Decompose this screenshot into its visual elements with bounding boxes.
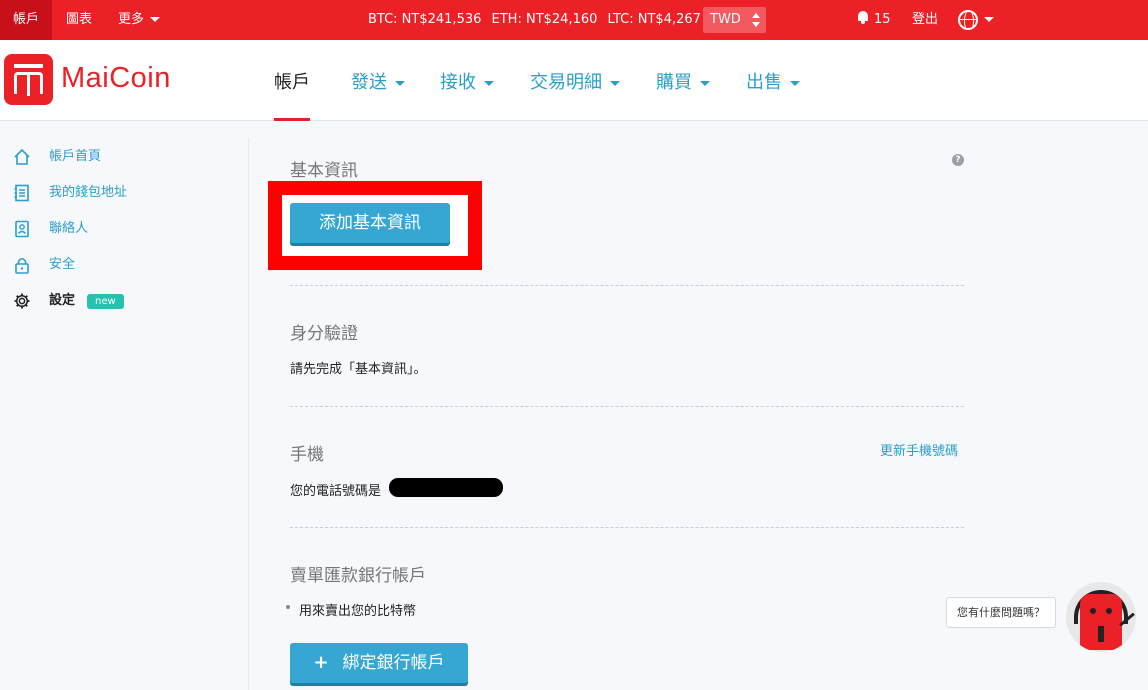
main-header: MaiCoin 帳戶 發送 接收 交易明細 購買 出售 <box>0 40 1148 121</box>
globe-icon <box>958 9 978 30</box>
maicoin-logo-icon[interactable] <box>4 54 53 105</box>
address-book-icon <box>14 184 29 202</box>
bank-account-title: 賣單匯款銀行帳戶 <box>290 566 426 586</box>
nav-sell[interactable]: 出售 <box>746 68 800 94</box>
currency-value: TWD <box>710 12 741 27</box>
chevron-down-icon <box>984 17 994 22</box>
sidebar-item-label: 設定 <box>49 293 76 308</box>
bind-bank-account-label: 綁定銀行帳戶 <box>342 653 445 673</box>
chevron-down-icon <box>610 80 620 86</box>
help-icon[interactable]: ? <box>952 154 964 166</box>
chevron-down-icon <box>484 80 494 86</box>
price-ticker: BTC: NT$241,536 ETH: NT$24,160 LTC: NT$4… <box>368 0 707 40</box>
select-arrows-icon <box>752 13 760 27</box>
language-menu[interactable] <box>958 0 994 40</box>
section-divider <box>290 527 964 528</box>
nav-send[interactable]: 發送 <box>351 68 405 94</box>
chat-prompt-bubble[interactable]: 您有什麼問題嗎？ <box>946 597 1056 628</box>
nav-receive[interactable]: 接收 <box>440 68 494 94</box>
section-divider <box>290 285 964 286</box>
logout-link[interactable]: 登出 <box>912 0 938 40</box>
eth-price: ETH: NT$24,160 <box>491 12 598 27</box>
currency-select[interactable]: TWD <box>703 7 766 33</box>
sidebar-item-label: 聯絡人 <box>49 221 89 236</box>
nav-account[interactable]: 帳戶 <box>274 68 310 94</box>
section-divider <box>290 406 964 407</box>
update-phone-link[interactable]: 更新手機號碼 <box>880 440 958 459</box>
home-icon <box>14 148 30 165</box>
redacted-phone-number <box>389 478 503 497</box>
bullet-icon <box>286 605 290 609</box>
bell-icon <box>857 11 869 24</box>
chevron-down-icon <box>395 80 405 86</box>
chevron-down-icon <box>700 80 710 86</box>
nav-sell-label: 出售 <box>746 72 782 93</box>
support-bot-avatar[interactable] <box>1066 582 1136 652</box>
notifications-button[interactable]: 15 <box>857 0 891 40</box>
sidebar-item-label: 帳戶首頁 <box>49 149 102 164</box>
logo-text[interactable]: MaiCoin <box>61 62 171 95</box>
lock-icon <box>15 257 29 274</box>
bank-account-note: 用來賣出您的比特幣 <box>299 604 417 619</box>
nav-buy[interactable]: 購買 <box>656 68 710 94</box>
phone-number-label: 您的電話號碼是 <box>290 484 382 499</box>
topbar-chart-link[interactable]: 圖表 <box>66 0 92 40</box>
phone-title: 手機 <box>290 445 324 465</box>
identity-title: 身分驗證 <box>290 324 358 344</box>
ltc-price: LTC: NT$4,267 <box>607 12 701 27</box>
topbar-more-label: 更多 <box>118 12 145 27</box>
btc-price: BTC: NT$241,536 <box>368 12 482 27</box>
nav-buy-label: 購買 <box>656 72 692 93</box>
basic-info-title: 基本資訊 <box>290 161 358 181</box>
nav-transactions-label: 交易明細 <box>530 72 602 93</box>
topbar-more-menu[interactable]: 更多 <box>118 0 161 40</box>
notification-count: 15 <box>874 12 891 27</box>
topbar-account-link[interactable]: 帳戶 <box>0 0 52 40</box>
chevron-down-icon <box>150 17 161 22</box>
plus-icon: + <box>313 652 329 673</box>
gear-icon <box>14 293 30 309</box>
nav-send-label: 發送 <box>351 72 387 93</box>
sidebar: 帳戶首頁 我的錢包地址 聯絡人 安全 設定 new <box>0 138 249 690</box>
chevron-down-icon <box>790 80 800 86</box>
nav-receive-label: 接收 <box>440 72 476 93</box>
bind-bank-account-button[interactable]: + 綁定銀行帳戶 <box>290 643 468 683</box>
sidebar-item-label: 我的錢包地址 <box>49 185 128 200</box>
sidebar-item-label: 安全 <box>49 257 76 272</box>
new-badge: new <box>87 294 124 309</box>
nav-transactions[interactable]: 交易明細 <box>530 68 620 94</box>
contacts-icon <box>15 220 29 238</box>
add-basic-info-button[interactable]: 添加基本資訊 <box>290 203 450 243</box>
identity-notice: 請先完成「基本資訊」。 <box>290 362 427 377</box>
top-bar: 帳戶 圖表 更多 BTC: NT$241,536 ETH: NT$24,160 … <box>0 0 1148 40</box>
nav-active-indicator <box>274 118 310 121</box>
